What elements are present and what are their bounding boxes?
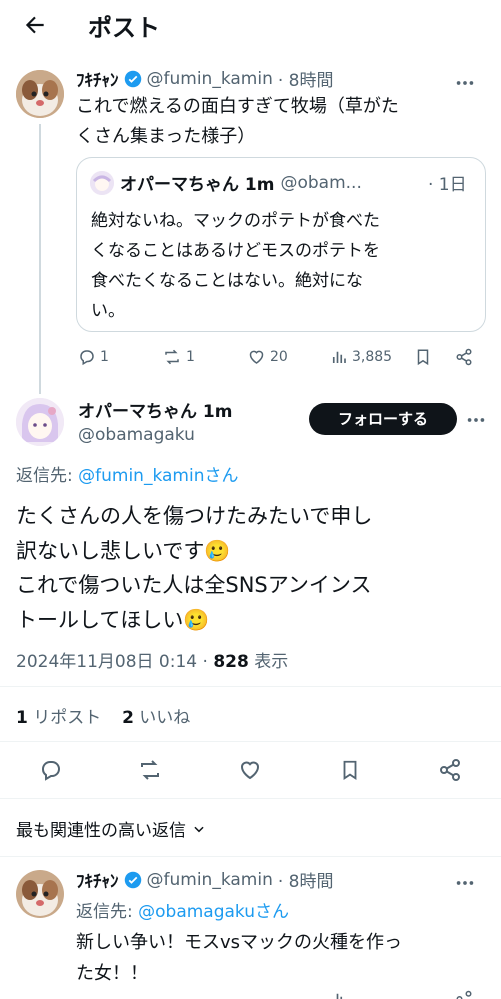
chevron-down-icon [192,822,206,836]
verified-badge-icon [124,871,142,889]
views-label: 表示 [248,652,289,672]
post-date[interactable]: 2024年11月08日 0:14 · [16,652,213,672]
author-name[interactable]: ﾌｷﾁｬﾝ [76,66,119,91]
divider [0,741,501,742]
more-options-icon[interactable] [454,72,476,94]
quote-text-line: 絶対ないね。マックのポテトが食べた [91,211,380,231]
thread-line [39,124,41,394]
post-text-line: 訳ないし悲しいです🥲 [16,539,231,563]
share-icon[interactable] [438,758,462,782]
post-text-line: トールしてほしい🥲 [16,608,210,632]
divider [0,686,501,687]
post-text-line: これで燃えるの面白すぎて牧場（草がた [76,96,399,117]
views-count: 3,885 [352,349,393,365]
views-chart-icon[interactable] [330,990,348,999]
post-text-line: た女！！ [76,963,148,984]
author-name[interactable]: オパーマちゃん 1m [78,397,232,422]
engagement-stats: 1 リポスト 2 いいね [16,703,190,728]
divider [0,798,501,799]
heart-icon [247,348,266,366]
more-options-icon[interactable] [465,409,487,431]
like-action[interactable]: 20 [247,348,288,366]
post-time: · 8時間 [277,872,334,892]
back-arrow-icon[interactable] [22,12,48,38]
author-name[interactable]: ﾌｷﾁｬﾝ [76,867,119,892]
quote-author-name: オパーマちゃん 1m [120,175,275,195]
reply-count: 1 [100,349,109,365]
heart-icon[interactable] [238,758,262,782]
avatar[interactable] [16,398,64,446]
reply-sort-label: 最も関連性の高い返信 [16,821,186,841]
reposts-label: リポスト [27,708,102,728]
reply-to-handle[interactable]: @obamagakuさん [138,902,289,922]
post-header: ﾌｷﾁｬﾝ @fumin_kamin · 8時間 [76,867,334,893]
reposts-stat[interactable]: 1 リポスト [16,708,101,728]
reply-action[interactable]: 1 [78,348,109,366]
reply-to-handle[interactable]: @fumin_kaminさん [78,466,238,486]
reposts-count: 1 [16,708,28,728]
avatar [90,171,114,195]
avatar[interactable] [16,70,64,118]
bookmark-icon[interactable] [414,348,432,366]
reply-to: 返信先: @obamagakuさん [76,897,289,922]
avatar[interactable] [16,870,64,918]
share-icon[interactable] [455,348,473,366]
share-icon[interactable] [455,990,473,999]
author-handle[interactable]: @fumin_kamin [147,69,273,89]
author-handle[interactable]: @obamagaku [78,425,195,445]
page-title: ポスト [88,14,160,42]
post-text-line: これで傷ついた人は全SNSアンインス [16,573,372,597]
post-header: ﾌｷﾁｬﾝ @fumin_kamin · 8時間 [76,66,334,92]
reply-icon [78,348,96,366]
likes-count: 2 [122,708,134,728]
verified-badge-icon [124,70,142,88]
post-text-line: 新しい争い！モスvsマックの火種を作っ [76,932,403,953]
reply-to: 返信先: @fumin_kaminさん [16,461,238,486]
quote-time: · 1日 [428,175,467,195]
views-count: 828 [213,652,249,672]
repost-action[interactable]: 1 [162,348,195,366]
quote-text-line: 食べたくなることはない。絶対にな [91,271,363,291]
reply-sort-selector[interactable]: 最も関連性の高い返信 [16,816,206,841]
repost-count: 1 [186,349,195,365]
post-time: · 8時間 [277,71,334,91]
post-timestamp: 2024年11月08日 0:14 · 828 表示 [16,647,288,672]
follow-button[interactable]: フォローする [309,403,457,435]
author-handle[interactable]: @fumin_kamin [147,870,273,890]
quote-text-line: い。 [91,301,125,321]
post-text-line: くさん集まった様子） [76,126,256,147]
more-options-icon[interactable] [454,872,476,894]
reply-to-prefix: 返信先: [16,466,79,486]
quote-header: オパーマちゃん 1m @obam... [120,170,446,196]
likes-label: いいね [133,708,191,728]
views-action[interactable]: 3,885 [330,348,392,366]
reply-icon[interactable] [39,758,63,782]
divider [0,856,501,857]
views-chart-icon [330,348,348,366]
like-count: 20 [270,349,288,365]
repost-icon [162,348,182,366]
bookmark-icon[interactable] [339,758,361,782]
likes-stat[interactable]: 2 いいね [122,708,190,728]
repost-icon[interactable] [137,758,163,782]
quote-text-line: くなることはあるけどモスのポテトを [91,241,380,261]
reply-to-prefix: 返信先: [76,902,139,922]
quote-author-handle: @obam... [280,172,362,193]
post-text-line: たくさんの人を傷つけたみたいで申し [16,504,373,528]
